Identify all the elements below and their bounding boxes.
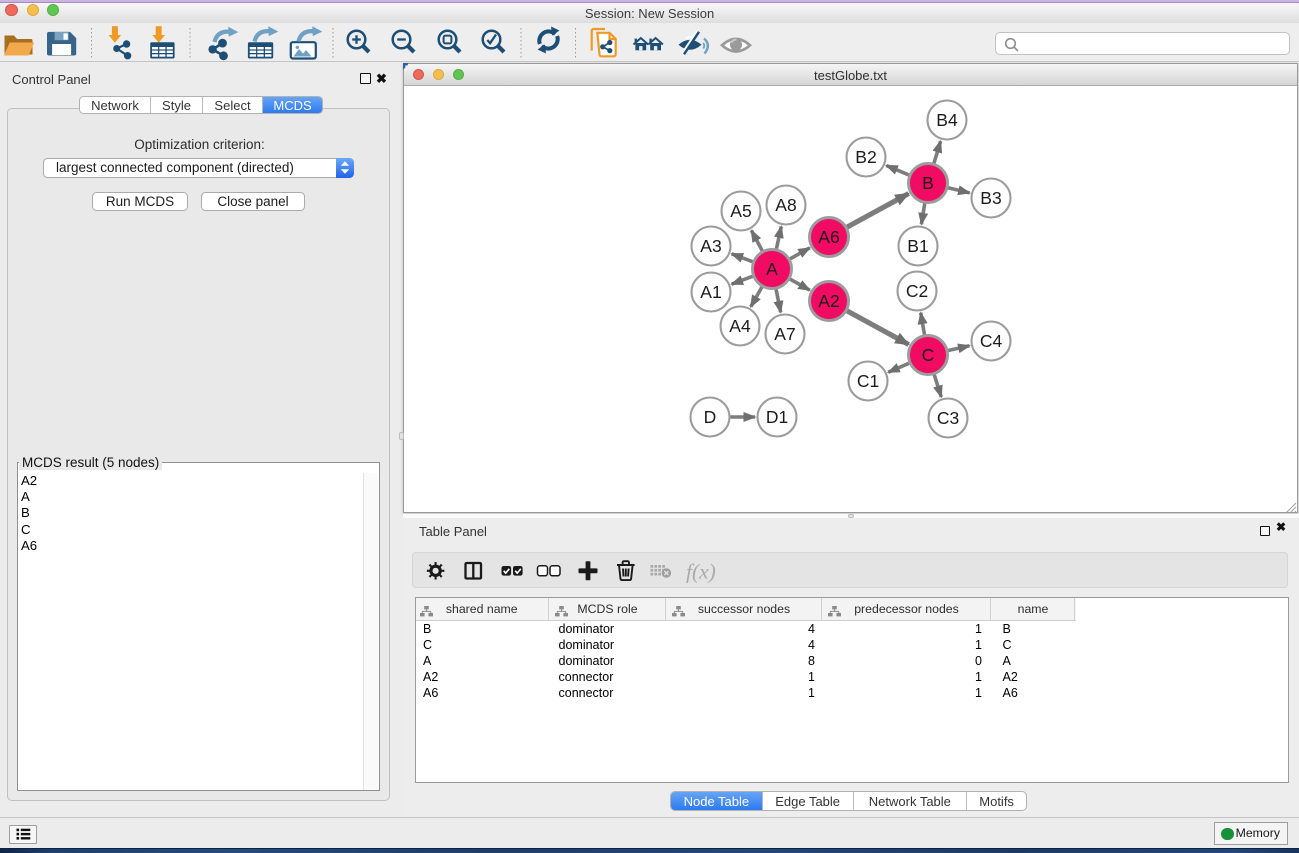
svg-text:A5: A5 — [730, 201, 751, 221]
svg-text:B: B — [922, 173, 934, 193]
svg-text:C1: C1 — [857, 371, 879, 391]
svg-text:A2: A2 — [818, 291, 839, 311]
svg-text:B1: B1 — [907, 236, 928, 256]
svg-text:A3: A3 — [700, 236, 721, 256]
svg-text:D1: D1 — [766, 407, 788, 427]
svg-text:B3: B3 — [980, 188, 1001, 208]
svg-text:A4: A4 — [729, 316, 751, 336]
svg-text:B4: B4 — [936, 110, 958, 130]
svg-text:C: C — [922, 345, 935, 365]
svg-text:A8: A8 — [775, 195, 796, 215]
svg-text:A7: A7 — [774, 324, 795, 344]
svg-text:D: D — [704, 407, 717, 427]
svg-text:A6: A6 — [818, 227, 839, 247]
svg-text:C3: C3 — [937, 408, 959, 428]
svg-text:C2: C2 — [906, 281, 928, 301]
svg-text:B2: B2 — [855, 147, 876, 167]
svg-text:A: A — [766, 259, 778, 279]
svg-text:A1: A1 — [700, 282, 721, 302]
svg-text:f(x): f(x) — [686, 560, 716, 584]
svg-text:C4: C4 — [980, 331, 1003, 351]
